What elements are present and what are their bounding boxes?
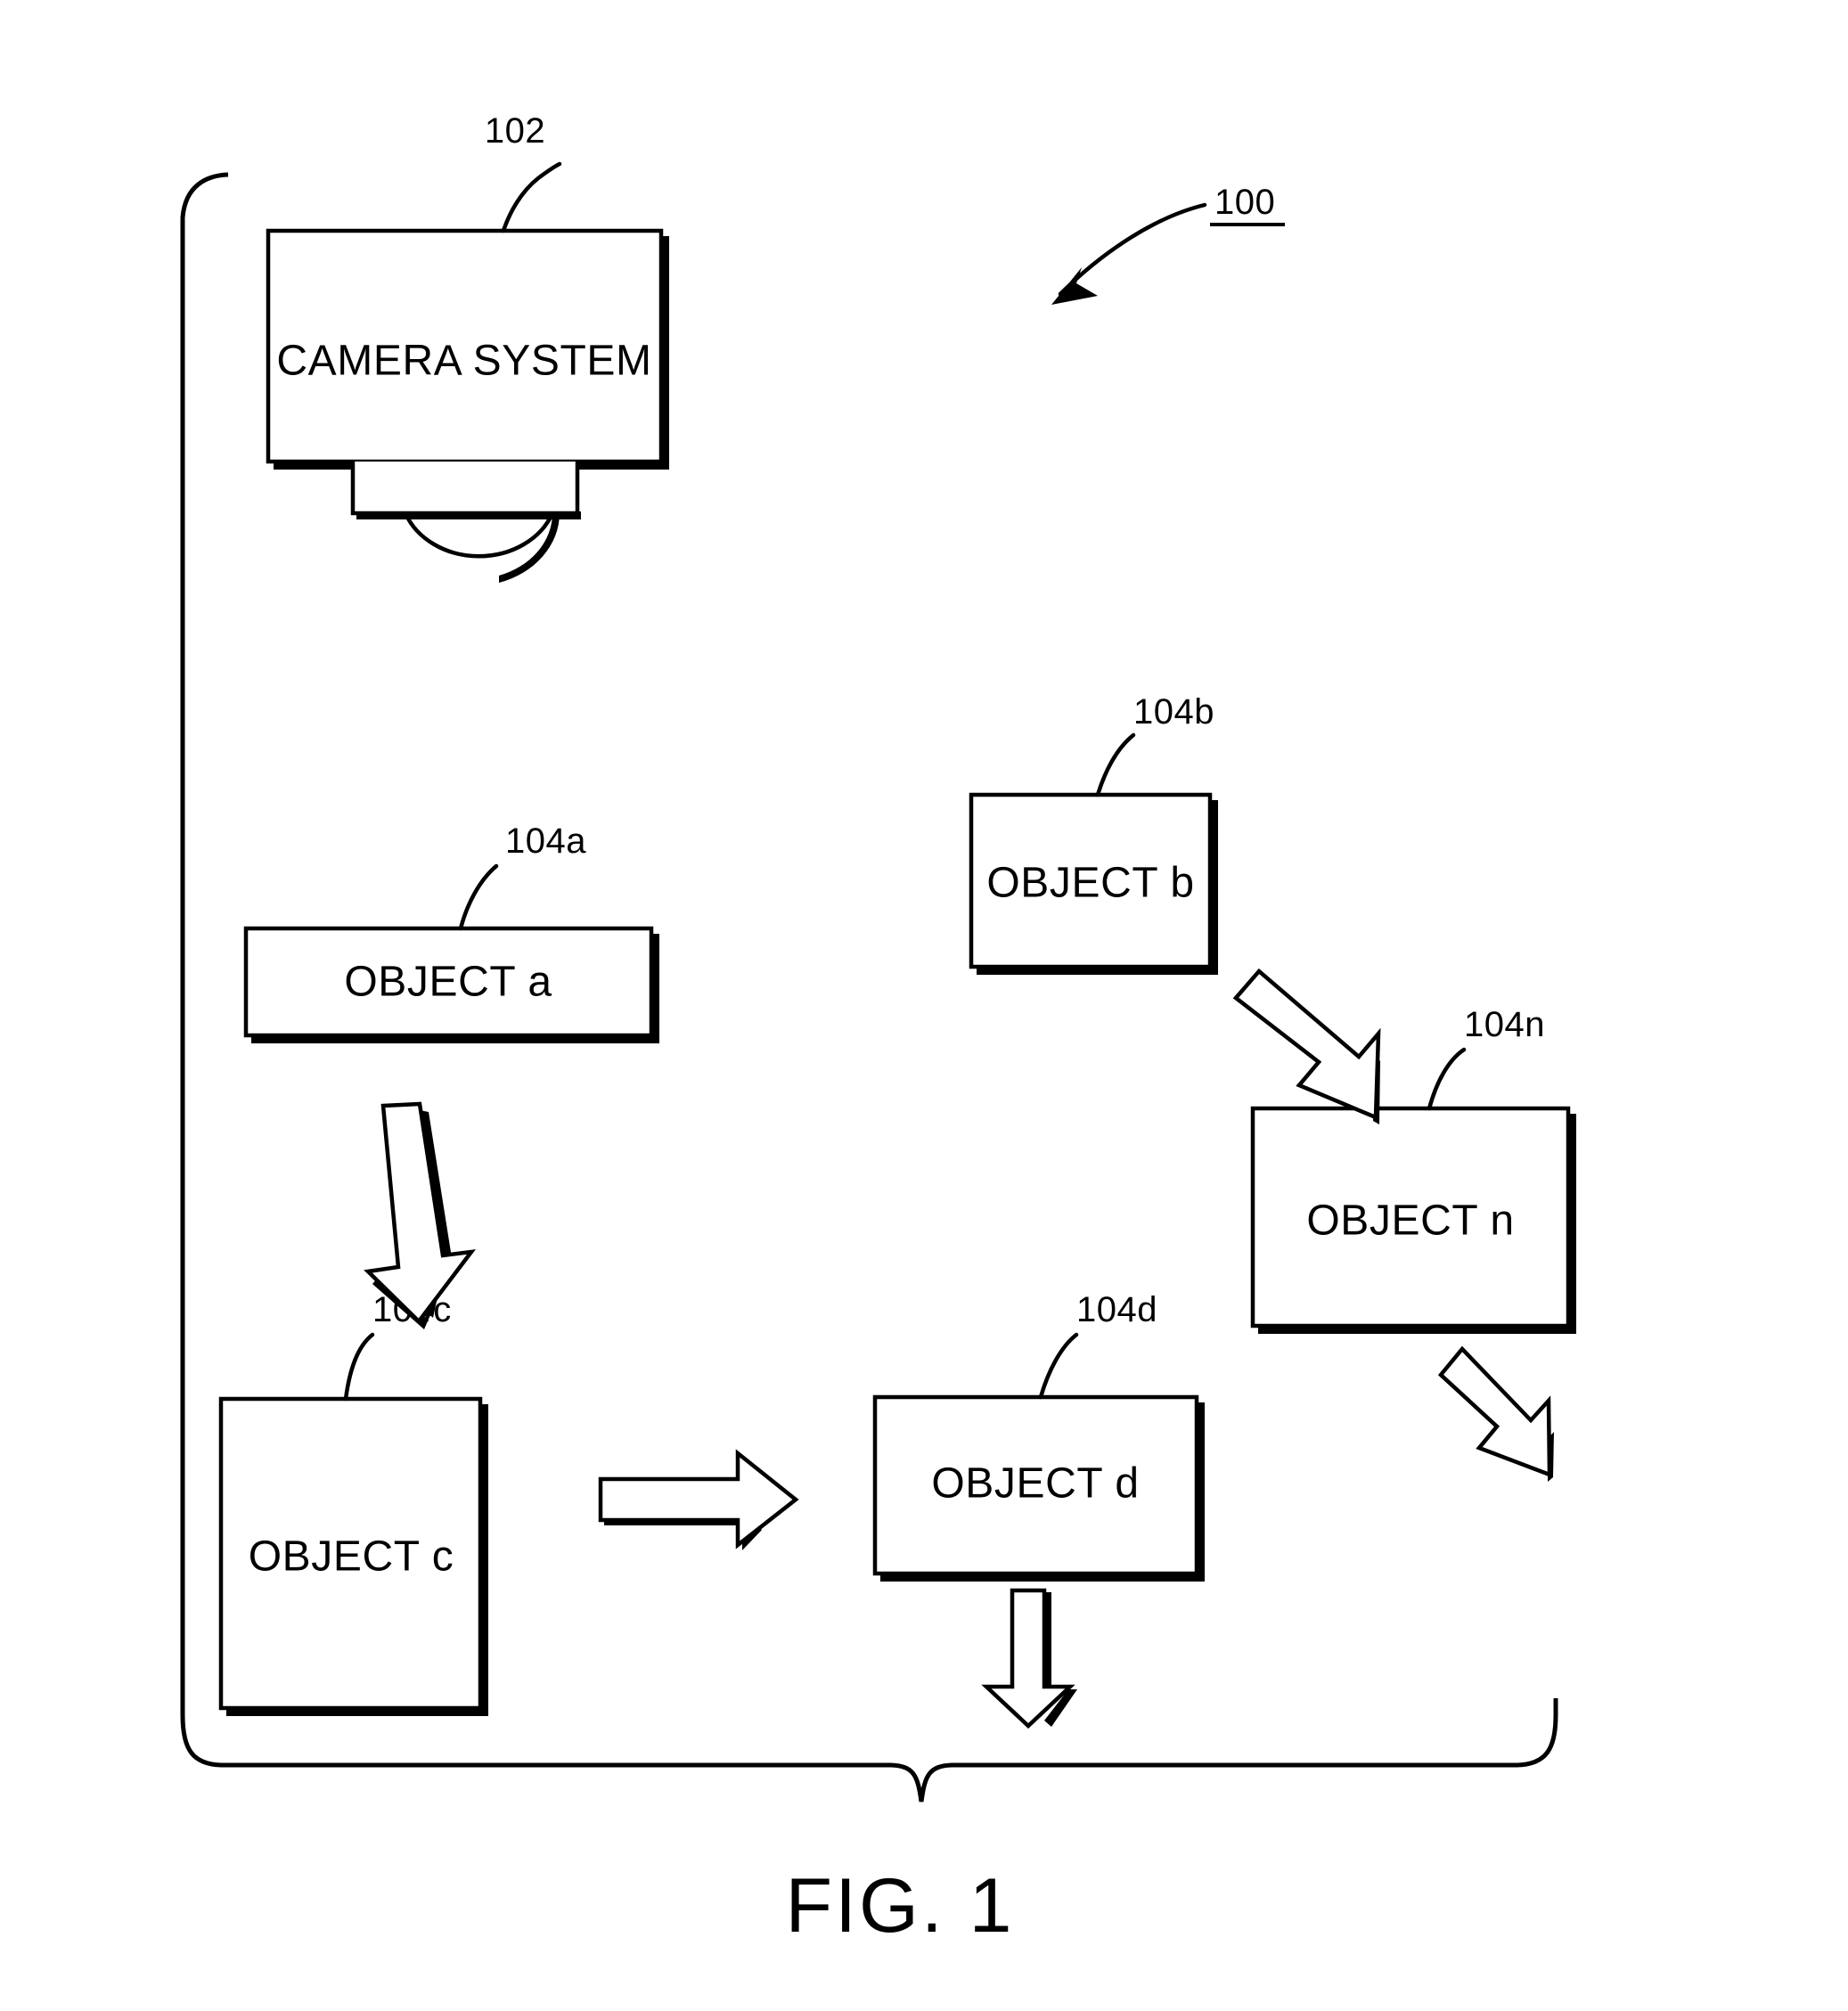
system-ref-label: 100 xyxy=(1214,183,1275,222)
object-d-label: OBJECT d xyxy=(931,1460,1139,1508)
system-ref-leader xyxy=(1051,202,1207,305)
object-b-label: OBJECT b xyxy=(986,860,1194,907)
figure-caption: FIG. 1 xyxy=(786,1863,1015,1949)
camera-ref-leader xyxy=(501,161,562,233)
object-b-ref-leader xyxy=(1095,732,1136,797)
object-d-ref-label: 104d xyxy=(1076,1290,1157,1329)
object-n-label: OBJECT n xyxy=(1306,1198,1514,1245)
object-d-node[interactable]: OBJECT d xyxy=(872,1394,1205,1582)
object-n-node[interactable]: OBJECT n xyxy=(1250,1106,1576,1334)
object-b-ref-label: 104b xyxy=(1133,692,1214,732)
camera-system-label: CAMERA SYSTEM xyxy=(276,338,651,385)
arrow-b-to-n xyxy=(1232,968,1381,1124)
arrow-n-down xyxy=(1437,1345,1554,1482)
object-a-node[interactable]: OBJECT a xyxy=(243,926,659,1043)
object-a-label: OBJECT a xyxy=(344,959,552,1006)
object-a-ref-label: 104a xyxy=(505,822,586,861)
arrow-d-down xyxy=(981,1588,1077,1729)
leader-arrowhead-icon xyxy=(1051,267,1098,305)
object-b-node[interactable]: OBJECT b xyxy=(969,792,1218,975)
figure-canvas: 100 CAMERA SYSTEM 102 OBJECT a 104a OBJE… xyxy=(180,111,1576,1949)
object-c-label: OBJECT c xyxy=(249,1533,454,1581)
camera-ref-label: 102 xyxy=(485,111,545,151)
object-d-ref-leader xyxy=(1038,1332,1079,1400)
object-c-node[interactable]: OBJECT c xyxy=(218,1396,488,1716)
object-c-ref-leader xyxy=(343,1332,375,1402)
camera-lens-icon xyxy=(403,512,555,559)
arrow-c-to-d xyxy=(598,1449,799,1550)
camera-system-node[interactable]: CAMERA SYSTEM xyxy=(266,228,669,583)
object-n-ref-leader xyxy=(1427,1047,1467,1111)
camera-lens-shadow xyxy=(499,513,560,583)
patent-figure: 100 CAMERA SYSTEM 102 OBJECT a 104a OBJE… xyxy=(0,0,1848,2011)
object-a-ref-leader xyxy=(458,863,499,931)
object-n-ref-label: 104n xyxy=(1464,1005,1545,1044)
camera-mount-fill xyxy=(353,462,577,513)
